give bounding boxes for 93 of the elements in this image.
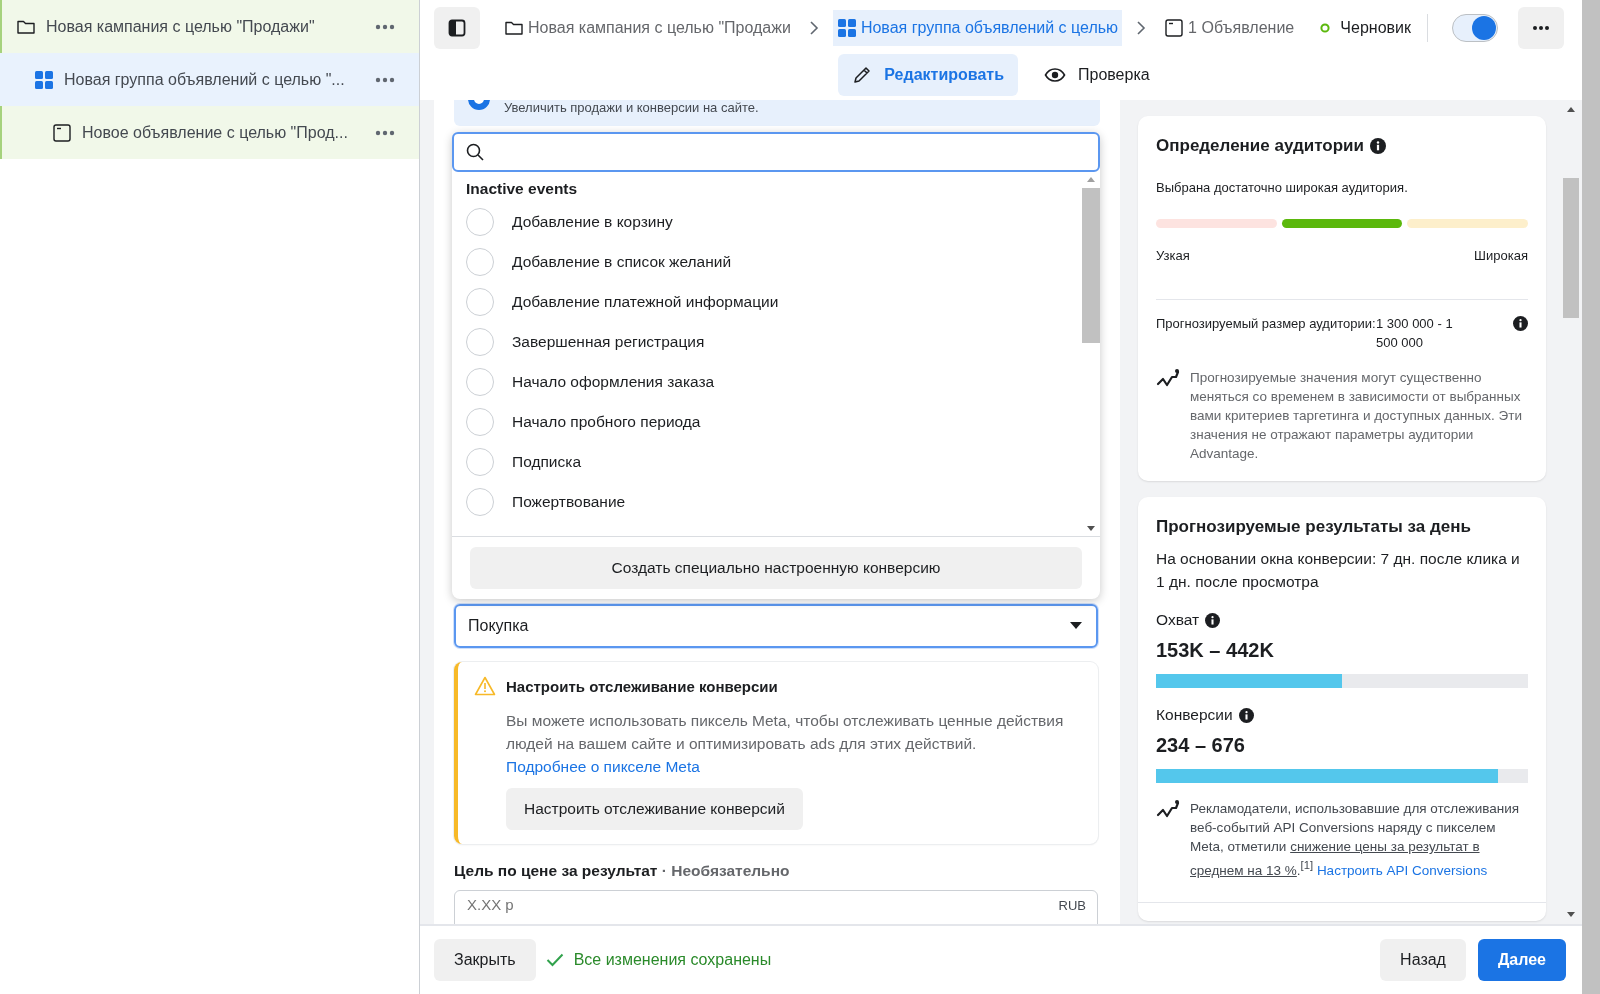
search-icon (466, 143, 484, 161)
estimate-note: Прогнозируемые значения могут существенно меняться со временем в зависимости от выбранных вами критериев таргетинга и доступных данных. Эти значения не отражают параметры аудитории Advantage. (1190, 369, 1524, 463)
tree-item-label: Новая кампания с целью "Продажи" (46, 17, 316, 36)
check-icon (545, 953, 564, 967)
window-icon (52, 122, 72, 143)
objective-option[interactable]: Увеличить продажи и конверсии на сайте. (454, 100, 1100, 126)
field-label: Цель по цене за результат · Необязательно (454, 862, 791, 880)
status-dot-icon (1320, 23, 1331, 33)
more-icon[interactable] (375, 129, 395, 136)
card-title: Определение аудитории (1156, 136, 1364, 156)
warning-title: Настроить отслеживание конверсии (506, 678, 778, 695)
scroll-up-icon[interactable] (1566, 106, 1576, 112)
currency-label: RUB (1058, 898, 1086, 913)
event-option[interactable]: Подписка (466, 442, 1070, 482)
sidebar-panel-icon (447, 18, 467, 38)
eye-icon (1044, 65, 1066, 85)
grid-icon (34, 69, 54, 90)
event-option[interactable]: Добавление в корзину (466, 202, 1070, 242)
panel-toggle-button[interactable] (434, 7, 480, 49)
option-label: Добавление в корзину (512, 213, 673, 231)
tree-item-label: Новое объявление с целью "Прод... (82, 123, 349, 142)
close-button[interactable]: Закрыть (434, 939, 536, 981)
create-conversion-button[interactable]: Создать специально настроенную конверсию (470, 547, 1082, 589)
tab[interactable]: Проверка (1030, 54, 1164, 96)
more-button[interactable] (1518, 7, 1564, 49)
scale-label: Широкая (1474, 248, 1528, 263)
scroll-down-icon[interactable] (1566, 912, 1576, 918)
chevron-right-icon (808, 21, 819, 35)
more-icon (1532, 25, 1550, 31)
info-icon[interactable] (1238, 707, 1254, 723)
tree-item-label: Новая группа объявлений с целью "... (64, 70, 346, 89)
toggle-switch[interactable] (1452, 14, 1498, 42)
results-subtitle: На основании окна конверсии: 7 дн. после клика и 1 дн. после просмотра (1156, 549, 1521, 592)
scrollbar-thumb[interactable] (1082, 188, 1100, 343)
metric-label: Охват (1156, 611, 1200, 629)
event-option[interactable]: Пожертвование (466, 482, 1070, 522)
window-icon (1164, 18, 1185, 38)
info-icon[interactable] (1205, 612, 1221, 628)
tab[interactable]: Редактировать (838, 54, 1018, 96)
event-option[interactable]: Начало оформления заказа (466, 362, 1070, 402)
event-option[interactable]: Добавление платежной информации (466, 282, 1070, 322)
option-label: Добавление в список желаний (512, 253, 732, 271)
option-label: Начало пробного периода (512, 413, 701, 431)
option-label: Завершенная регистрация (512, 333, 705, 351)
option-label: Подписка (512, 453, 581, 471)
event-option[interactable]: Завершенная регистрация (466, 322, 1070, 362)
audience-size-label: Прогнозируемый размер аудитории: (1156, 315, 1376, 333)
warning-text: Вы можете использовать пиксель Meta, чтобы отслеживать ценные действия людей на вашем сайте и оптимизировать ads для этих действий. (506, 711, 1065, 754)
tree-item[interactable]: Новая кампания с целью "Продажи" (0, 0, 419, 53)
pencil-icon (852, 65, 873, 85)
option-label: Пожертвование (512, 493, 626, 511)
conversion-event-select[interactable]: Покупка (454, 604, 1098, 648)
breadcrumb[interactable]: Новая группа объявлений с целью (832, 10, 1123, 46)
setup-tracking-button[interactable]: Настроить отслеживание конверсий (506, 788, 803, 830)
page-scrollbar[interactable] (1582, 0, 1600, 994)
scale-label: Узкая (1156, 248, 1190, 263)
caret-down-icon (1070, 622, 1082, 630)
tree-item[interactable]: Новое объявление с целью "Прод... (0, 106, 419, 159)
metric-value: 234 – 676 (1156, 734, 1246, 757)
scroll-down-icon[interactable] (1086, 526, 1096, 532)
info-icon[interactable] (1370, 138, 1386, 154)
more-icon[interactable] (375, 23, 395, 30)
event-option[interactable]: Начало пробного периода (466, 402, 1070, 442)
next-button[interactable]: Далее (1477, 939, 1566, 981)
more-icon[interactable] (375, 76, 395, 83)
scrollbar-thumb[interactable] (1563, 178, 1579, 318)
search-field[interactable] (452, 132, 1100, 172)
breadcrumb[interactable]: 1 Объявление (1160, 10, 1299, 46)
option-label: Добавление платежной информации (512, 293, 779, 311)
event-option[interactable]: Добавление в список желаний (466, 242, 1070, 282)
card-title: Прогнозируемые результаты за день (1156, 517, 1471, 537)
metric-value: 153K – 442K (1156, 639, 1275, 662)
option-label: Начало оформления заказа (512, 373, 715, 391)
breadcrumb-label: Новая группа объявлений с целью (860, 19, 1119, 37)
tree-item[interactable]: Новая группа объявлений с целью "... (0, 53, 419, 106)
breadcrumb-label: 1 Объявление (1188, 19, 1295, 37)
info-icon[interactable] (1513, 316, 1528, 331)
save-status: Все изменения сохранены (573, 951, 772, 969)
status-label: Черновик (1340, 19, 1411, 37)
objective-description: Увеличить продажи и конверсии на сайте. (504, 100, 759, 115)
breadcrumb[interactable]: Новая кампания с целью "Продажи (500, 10, 795, 46)
audience-size-value: 1 300 000 - 1 500 000 (1376, 315, 1454, 352)
learn-more-link[interactable]: Подробнее о пикселе Meta (506, 755, 700, 778)
metric-label: Конверсии (1156, 706, 1233, 724)
grid-icon (836, 18, 857, 38)
chevron-right-icon (1136, 21, 1147, 35)
setup-api-link[interactable]: Настроить API Conversions (1316, 862, 1488, 878)
back-button[interactable]: Назад (1380, 939, 1466, 981)
conversions-api-note: Рекламодатели, использовавшие для отслеживания веб-событий API Conversions наряду с пикселем Meta, отметили снижение цены за результат в среднем на 13 %.$^{[1]}$ Настроить API Conversions (1190, 800, 1520, 880)
group-heading: Inactive events (466, 180, 579, 199)
breadcrumb-label: Новая кампания с целью "Продажи (528, 19, 791, 37)
warning-icon (474, 676, 496, 696)
audience-summary: Выбрана достаточно широкая аудитория. (1156, 180, 1409, 195)
